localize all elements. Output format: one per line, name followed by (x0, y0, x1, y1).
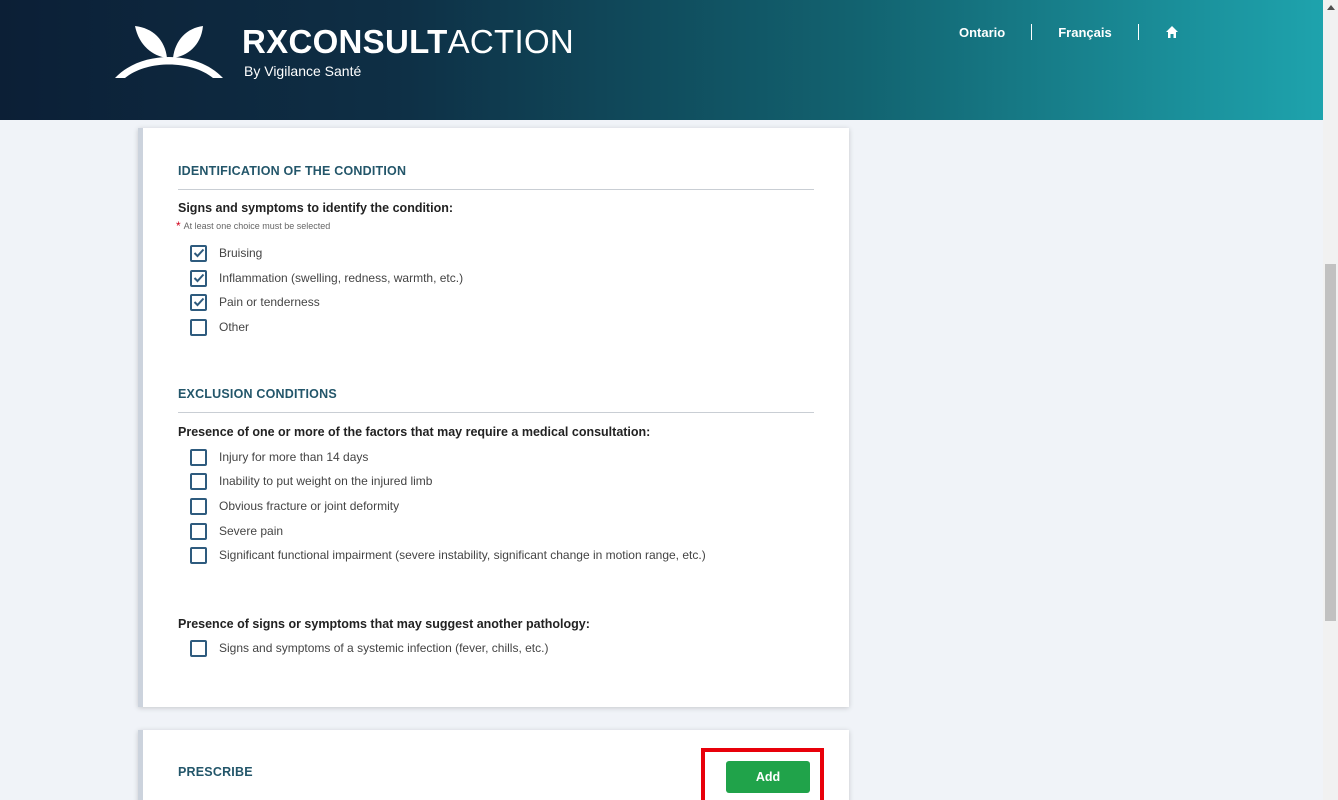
checkmark-icon (193, 273, 204, 283)
home-icon[interactable] (1165, 25, 1179, 39)
option-fracture[interactable]: Obvious fracture or joint deformity (190, 497, 399, 515)
checkbox[interactable] (190, 522, 207, 540)
divider (178, 189, 814, 190)
identification-title: IDENTIFICATION OF THE CONDITION (178, 164, 407, 178)
option-label: Pain or tenderness (219, 295, 320, 309)
required-hint: * At least one choice must be selected (176, 219, 330, 233)
option-label: Other (219, 320, 250, 334)
nav-separator (1137, 24, 1139, 40)
divider (178, 412, 814, 413)
option-label: Significant functional impairment (sever… (219, 548, 706, 562)
option-inflammation[interactable]: Inflammation (swelling, redness, warmth,… (190, 269, 463, 287)
option-label: Injury for more than 14 days (219, 450, 369, 464)
prescribe-title: PRESCRIBE (178, 765, 253, 779)
consultation-question: Presence of one or more of the factors t… (178, 425, 651, 439)
checkmark-icon (193, 248, 204, 258)
language-link[interactable]: Français (1058, 25, 1111, 40)
required-marker: * (176, 219, 181, 233)
checkbox[interactable] (190, 448, 207, 466)
option-pain[interactable]: Pain or tenderness (190, 293, 320, 311)
hint-text: At least one choice must be selected (183, 221, 331, 231)
checkbox[interactable] (190, 472, 207, 490)
exclusion-title: EXCLUSION CONDITIONS (178, 387, 337, 401)
checkmark-icon (193, 297, 204, 307)
brand-name[interactable]: RXCONSULTACTION (242, 22, 574, 62)
leaf-logo-icon (115, 26, 223, 78)
option-weight-bearing[interactable]: Inability to put weight on the injured l… (190, 472, 432, 490)
top-nav: Ontario Français (959, 24, 1179, 40)
condition-card: IDENTIFICATION OF THE CONDITION Signs an… (138, 128, 849, 707)
checkbox[interactable] (190, 497, 207, 515)
symptoms-question: Signs and symptoms to identify the condi… (178, 201, 454, 215)
checkbox[interactable] (190, 293, 207, 311)
province-link[interactable]: Ontario (959, 25, 1005, 40)
option-label: Bruising (219, 246, 263, 260)
checkbox[interactable] (190, 318, 207, 336)
checkbox[interactable] (190, 244, 207, 262)
brand-byline: By Vigilance Santé (244, 63, 362, 79)
option-label: Severe pain (219, 524, 284, 538)
option-bruising[interactable]: Bruising (190, 244, 262, 262)
scroll-up-arrow-icon[interactable] (1323, 0, 1338, 15)
option-label: Inflammation (swelling, redness, warmth,… (219, 271, 464, 285)
option-label: Obvious fracture or joint deformity (219, 499, 400, 513)
checkbox[interactable] (190, 639, 207, 657)
nav-separator (1031, 24, 1033, 40)
option-functional-impairment[interactable]: Significant functional impairment (sever… (190, 546, 706, 564)
pathology-question: Presence of signs or symptoms that may s… (178, 617, 590, 631)
option-label: Signs and symptoms of a systemic infecti… (219, 641, 549, 655)
vertical-scrollbar[interactable] (1323, 0, 1338, 800)
option-label: Inability to put weight on the injured l… (219, 474, 433, 488)
app-header: RXCONSULTACTION By Vigilance Santé Ontar… (0, 0, 1323, 120)
highlight-box (701, 748, 824, 800)
scrollbar-thumb[interactable] (1325, 264, 1336, 621)
option-severe-pain[interactable]: Severe pain (190, 522, 283, 540)
checkbox[interactable] (190, 546, 207, 564)
option-systemic-infection[interactable]: Signs and symptoms of a systemic infecti… (190, 639, 548, 657)
checkbox[interactable] (190, 269, 207, 287)
option-injury-duration[interactable]: Injury for more than 14 days (190, 448, 368, 466)
option-other[interactable]: Other (190, 318, 249, 336)
